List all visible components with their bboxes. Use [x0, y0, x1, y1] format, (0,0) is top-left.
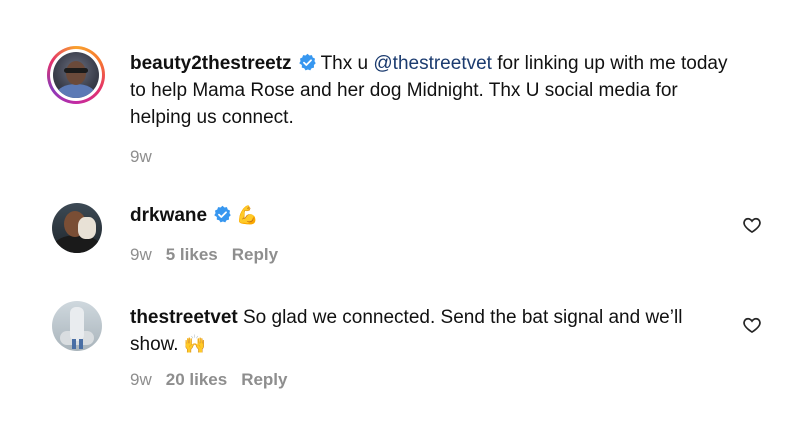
username[interactable]: beauty2thestreetz: [130, 53, 292, 74]
avatar: [52, 203, 102, 253]
timestamp[interactable]: 9w: [130, 245, 152, 264]
raising-hands-emoji-icon: 🙌: [183, 334, 207, 355]
mention-link[interactable]: @thestreetvet: [373, 53, 492, 74]
comment-meta: 9w 20 likes Reply: [130, 369, 301, 391]
likes-count[interactable]: 20 likes: [166, 370, 227, 389]
avatar-wrap[interactable]: [52, 301, 102, 351]
verified-badge-icon: [298, 53, 316, 71]
avatar-wrap[interactable]: [52, 203, 102, 253]
likes-count[interactable]: 5 likes: [166, 245, 218, 264]
comment-text: beauty2thestreetz Thx u @thestreetvet for…: [130, 50, 740, 131]
comment-body: Thx u: [320, 53, 374, 74]
timestamp[interactable]: 9w: [130, 370, 152, 389]
comment-text: thestreetvet So glad we connected. Send …: [130, 304, 730, 358]
username[interactable]: drkwane: [130, 205, 207, 226]
avatar: [53, 52, 99, 98]
timestamp[interactable]: 9w: [130, 147, 152, 166]
comment-meta: 9w 5 likes Reply: [130, 244, 292, 266]
like-heart-icon[interactable]: [742, 215, 762, 235]
reply-button[interactable]: Reply: [241, 370, 287, 389]
comment-text: drkwane 💪: [130, 202, 710, 229]
flexed-biceps-emoji-icon: 💪: [236, 205, 259, 226]
story-ring-avatar[interactable]: [47, 46, 105, 104]
avatar: [52, 301, 102, 351]
username[interactable]: thestreetvet: [130, 307, 238, 328]
verified-badge-icon: [214, 205, 231, 223]
like-heart-icon[interactable]: [742, 315, 762, 335]
story-ring: [47, 46, 105, 104]
reply-button[interactable]: Reply: [232, 245, 278, 264]
comment-meta: 9w: [130, 146, 166, 168]
